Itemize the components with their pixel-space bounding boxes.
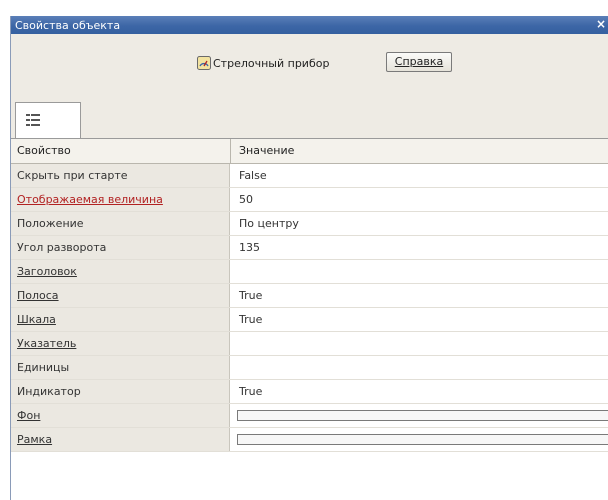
property-name[interactable]: Угол разворота [11, 236, 230, 259]
window-title: Свойства объекта [15, 19, 121, 32]
column-header-value[interactable]: Значение [239, 144, 294, 157]
gauge-icon [197, 56, 211, 70]
property-name[interactable]: Фон [11, 404, 230, 427]
column-divider[interactable] [230, 139, 231, 163]
property-value[interactable] [231, 404, 608, 427]
property-value[interactable]: False [231, 164, 608, 187]
property-row[interactable]: Единицы [11, 356, 608, 380]
object-properties-window: Свойства объекта × Стрелочный прибор Спр… [10, 16, 608, 500]
property-grid-header: Свойство Значение [11, 139, 608, 164]
property-value[interactable] [231, 260, 608, 283]
property-row[interactable]: Заголовок [11, 260, 608, 284]
property-name[interactable]: Отображаемая величина [11, 188, 230, 211]
property-name[interactable]: Единицы [11, 356, 230, 379]
column-header-property[interactable]: Свойство [17, 144, 71, 157]
property-value[interactable]: True [231, 308, 608, 331]
property-name[interactable]: Полоса [11, 284, 230, 307]
tab-properties[interactable] [15, 102, 81, 138]
property-name[interactable]: Скрыть при старте [11, 164, 230, 187]
title-bar[interactable]: Свойства объекта × [11, 16, 608, 34]
property-row[interactable]: Полоса True [11, 284, 608, 308]
property-value[interactable] [231, 428, 608, 451]
help-button[interactable]: Справка [386, 52, 452, 72]
property-row[interactable]: Рамка [11, 428, 608, 452]
color-value-field[interactable] [237, 410, 608, 421]
property-value[interactable]: 50 [231, 188, 608, 211]
property-name[interactable]: Указатель [11, 332, 230, 355]
property-row[interactable]: Индикатор True [11, 380, 608, 404]
property-row[interactable]: Шкала True [11, 308, 608, 332]
property-value[interactable]: По центру [231, 212, 608, 235]
property-value[interactable] [231, 332, 608, 355]
color-value-field[interactable] [237, 434, 608, 445]
property-value[interactable] [231, 356, 608, 379]
property-name[interactable]: Положение [11, 212, 230, 235]
object-type-label: Стрелочный прибор [213, 57, 330, 70]
property-row[interactable]: Указатель [11, 332, 608, 356]
property-value[interactable]: True [231, 284, 608, 307]
property-list-icon [26, 114, 40, 126]
property-row[interactable]: Фон [11, 404, 608, 428]
property-name[interactable]: Индикатор [11, 380, 230, 403]
property-row[interactable]: Скрыть при старте False [11, 164, 608, 188]
help-button-label: Справка [394, 55, 444, 68]
property-row[interactable]: Угол разворота 135 [11, 236, 608, 260]
property-row[interactable]: Отображаемая величина 50 [11, 188, 608, 212]
property-value[interactable]: 135 [231, 236, 608, 259]
property-row[interactable]: Положение По центру [11, 212, 608, 236]
tab-strip [11, 94, 608, 139]
property-name[interactable]: Шкала [11, 308, 230, 331]
property-name[interactable]: Рамка [11, 428, 230, 451]
close-icon[interactable]: × [595, 17, 607, 31]
property-name[interactable]: Заголовок [11, 260, 230, 283]
property-value[interactable]: True [231, 380, 608, 403]
property-grid: Свойство Значение Скрыть при старте False… [11, 139, 608, 500]
